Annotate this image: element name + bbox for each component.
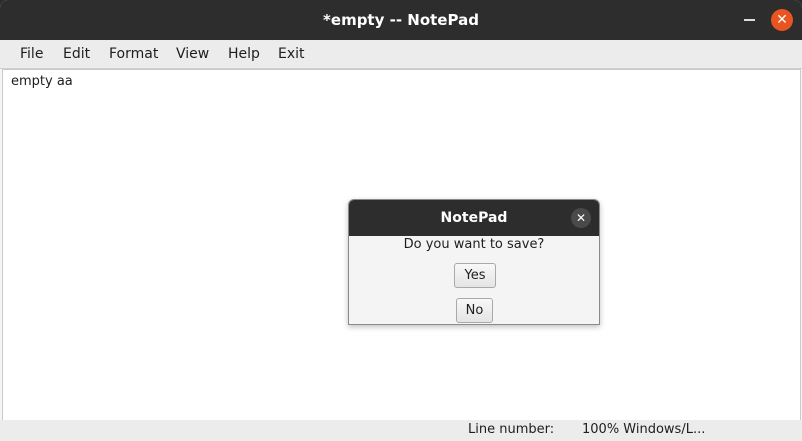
close-icon[interactable]: ✕ xyxy=(771,9,793,31)
close-icon[interactable]: ✕ xyxy=(571,208,591,228)
menu-view[interactable]: View xyxy=(176,40,209,68)
title-bar[interactable]: *empty -- NotePad ✕ xyxy=(0,0,802,40)
menu-edit[interactable]: Edit xyxy=(63,40,90,68)
window-title: *empty -- NotePad xyxy=(323,11,479,29)
yes-button[interactable]: Yes xyxy=(454,263,496,288)
menu-help[interactable]: Help xyxy=(228,40,260,68)
menu-exit[interactable]: Exit xyxy=(278,40,305,68)
no-button[interactable]: No xyxy=(456,298,493,323)
editor-content[interactable]: empty aa xyxy=(11,74,73,89)
minimize-icon[interactable] xyxy=(744,19,755,21)
notepad-window: *empty -- NotePad ✕ File Edit Format Vie… xyxy=(0,0,802,441)
dialog-title: NotePad xyxy=(440,210,508,226)
menu-file[interactable]: File xyxy=(20,40,43,68)
line-number-label: Line number: xyxy=(468,422,555,437)
zoom-encoding-info: 100% Windows/L... xyxy=(582,422,706,437)
status-bar: Line number: 100% Windows/L... xyxy=(0,420,802,441)
menu-format[interactable]: Format xyxy=(109,40,158,68)
menu-bar: File Edit Format View Help Exit xyxy=(0,40,802,69)
dialog-title-bar[interactable]: NotePad ✕ xyxy=(349,200,599,236)
save-dialog: NotePad ✕ Do you want to save? Yes No xyxy=(348,199,600,325)
dialog-message: Do you want to save? xyxy=(403,237,545,252)
